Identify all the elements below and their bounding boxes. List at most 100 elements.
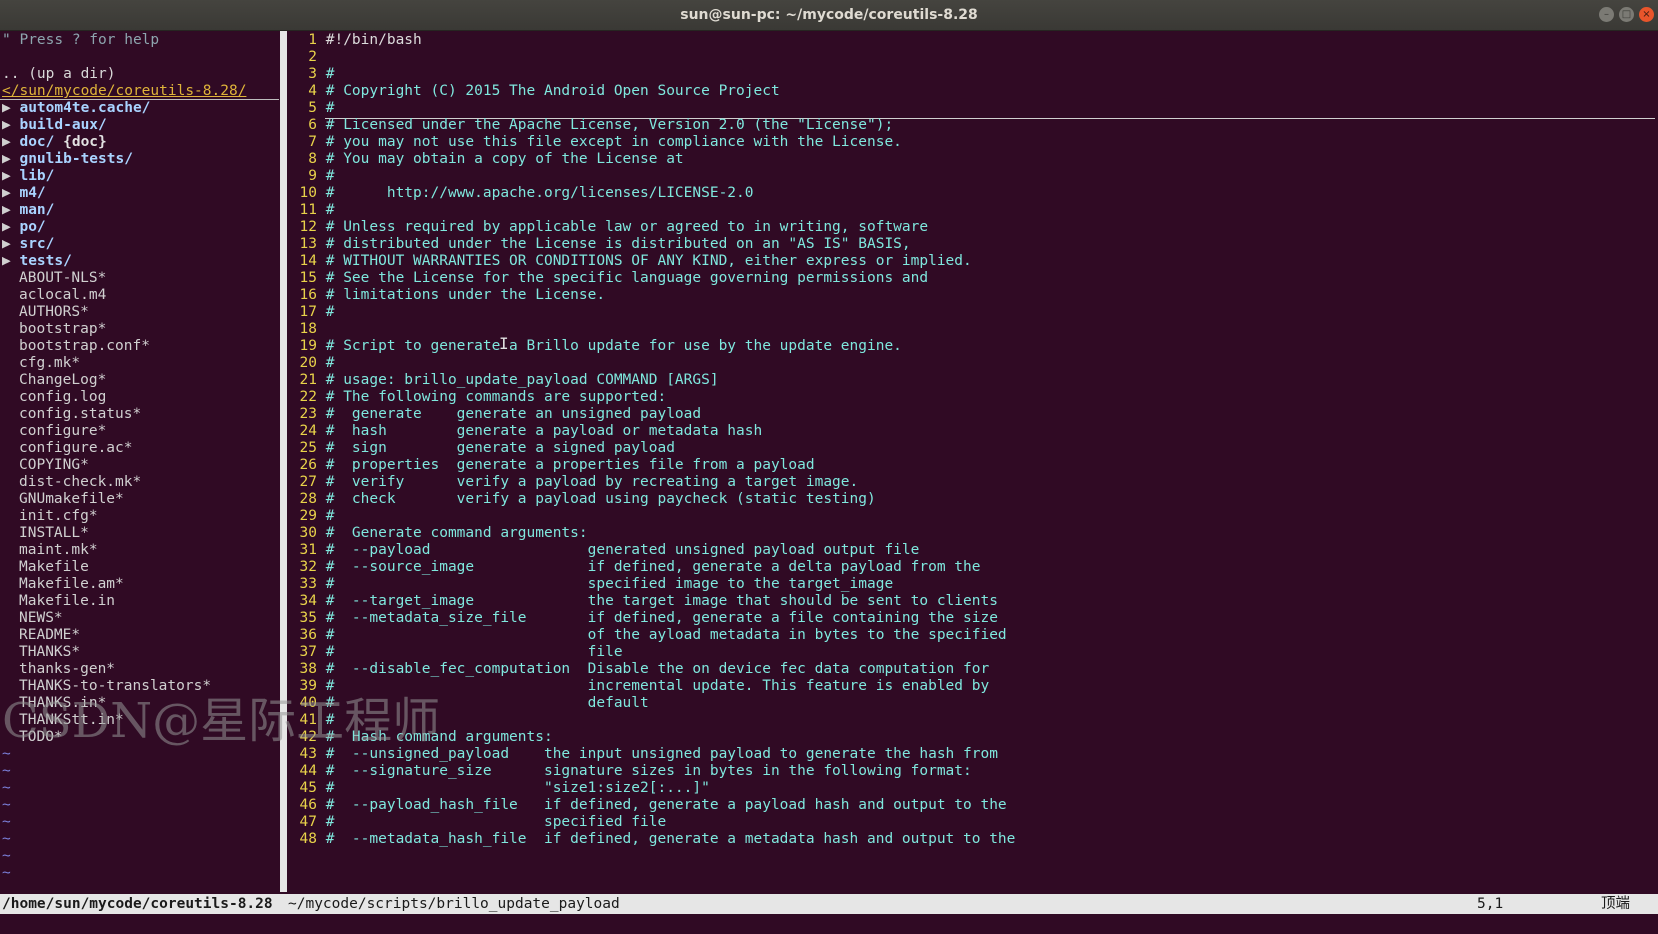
tree-dir-item[interactable]: ▶ lib/ bbox=[2, 167, 54, 185]
code-line[interactable]: 3 # bbox=[287, 65, 334, 83]
code-line[interactable]: 36 # of the ayload metadata in bytes to … bbox=[287, 626, 1007, 644]
code-line[interactable]: 46 # --payload_hash_file if defined, gen… bbox=[287, 796, 1007, 814]
window-titlebar[interactable]: sun@sun-pc: ~/mycode/coreutils-8.28 – □ … bbox=[0, 0, 1658, 31]
tree-dir-item[interactable]: ▶ m4/ bbox=[2, 184, 46, 202]
code-line[interactable]: 13 # distributed under the License is di… bbox=[287, 235, 911, 253]
code-line[interactable]: 39 # incremental update. This feature is… bbox=[287, 677, 990, 695]
code-line[interactable]: 48 # --metadata_hash_file if defined, ge… bbox=[287, 830, 1016, 848]
tree-file-item[interactable]: NEWS* bbox=[2, 609, 63, 627]
code-line[interactable]: 43 # --unsigned_payload the input unsign… bbox=[287, 745, 998, 763]
code-line[interactable]: 30 # Generate command arguments: bbox=[287, 524, 588, 542]
tree-file-item[interactable]: THANKS* bbox=[2, 643, 80, 661]
code-line[interactable]: 20 # bbox=[287, 354, 335, 372]
tree-current-dir[interactable]: </sun/mycode/coreutils-8.28/ bbox=[2, 82, 246, 100]
code-line[interactable]: 37 # file bbox=[287, 643, 623, 661]
tree-file-item[interactable]: cfg.mk* bbox=[2, 354, 80, 372]
tree-dir-name: build-aux/ bbox=[19, 117, 107, 133]
tree-dir-item[interactable]: ▶ tests/ bbox=[2, 252, 72, 270]
code-line[interactable]: 42 # Hash command arguments: bbox=[287, 728, 553, 746]
tree-up-dir[interactable]: .. (up a dir) bbox=[2, 65, 116, 83]
code-line[interactable]: 35 # --metadata_size_file if defined, ge… bbox=[287, 609, 998, 627]
tree-file-item[interactable]: bootstrap* bbox=[2, 320, 106, 338]
code-line[interactable]: 10 # http://www.apache.org/licenses/LICE… bbox=[287, 184, 754, 202]
maximize-button[interactable]: □ bbox=[1619, 7, 1634, 22]
tree-file-item[interactable]: aclocal.m4 bbox=[2, 286, 106, 304]
vertical-split-divider[interactable] bbox=[280, 31, 287, 892]
tree-file-item[interactable]: config.status* bbox=[2, 405, 141, 423]
code-line[interactable]: 2 bbox=[287, 48, 326, 66]
line-number: 22 bbox=[299, 389, 317, 405]
close-button[interactable]: × bbox=[1639, 7, 1654, 22]
code-line[interactable]: 22 # The following commands are supporte… bbox=[287, 388, 667, 406]
code-line[interactable]: 19 # Script to generate a Brillo update … bbox=[287, 337, 902, 355]
code-line[interactable]: 31 # --payload generated unsigned payloa… bbox=[287, 541, 920, 559]
code-line[interactable]: 16 # limitations under the License. bbox=[287, 286, 606, 304]
tree-file-item[interactable]: configure* bbox=[2, 422, 106, 440]
tree-dir-item[interactable]: ▶ po/ bbox=[2, 218, 46, 236]
tree-dir-name: lib/ bbox=[19, 168, 55, 184]
code-line[interactable]: 1 #!/bin/bash bbox=[287, 31, 422, 49]
tree-dir-item[interactable]: ▶ doc/ {doc} bbox=[2, 133, 107, 151]
tree-file-item[interactable]: THANKS.in* bbox=[2, 694, 106, 712]
code-line[interactable]: 26 # properties generate a properties fi… bbox=[287, 456, 815, 474]
code-line[interactable]: 18 bbox=[287, 320, 326, 338]
tree-file-item[interactable]: config.log bbox=[2, 388, 106, 406]
tree-file-item[interactable]: TODO* bbox=[2, 728, 63, 746]
tree-file-item[interactable]: configure.ac* bbox=[2, 439, 133, 457]
code-line[interactable]: 41 # bbox=[287, 711, 335, 729]
code-line[interactable]: 40 # default bbox=[287, 694, 649, 712]
tree-file-item[interactable]: THANKS-to-translators* bbox=[2, 677, 211, 695]
code-line[interactable]: 14 # WITHOUT WARRANTIES OR CONDITIONS OF… bbox=[287, 252, 972, 270]
code-line[interactable]: 47 # specified file bbox=[287, 813, 667, 831]
code-line[interactable]: 27 # verify verify a payload by recreati… bbox=[287, 473, 859, 491]
code-line[interactable]: 28 # check verify a payload using payche… bbox=[287, 490, 876, 508]
code-line[interactable]: 15 # See the License for the specific la… bbox=[287, 269, 929, 287]
tree-dir-item[interactable]: ▶ man/ bbox=[2, 201, 54, 219]
code-line[interactable]: 24 # hash generate a payload or metadata… bbox=[287, 422, 763, 440]
code-line[interactable]: 8 # You may obtain a copy of the License… bbox=[287, 150, 683, 168]
tree-dir-item[interactable]: ▶ build-aux/ bbox=[2, 116, 107, 134]
code-line[interactable]: 12 # Unless required by applicable law o… bbox=[287, 218, 929, 236]
editor-pane[interactable]: 1 #!/bin/bash 2 3 #4 # Copyright (C) 2015… bbox=[287, 31, 1658, 892]
nerdtree-pane[interactable]: " Press ? for help .. (up a dir) </sun/m… bbox=[0, 31, 280, 892]
code-line[interactable]: 44 # --signature_size signature sizes in… bbox=[287, 762, 972, 780]
tree-file-item[interactable]: bootstrap.conf* bbox=[2, 337, 150, 355]
code-line[interactable]: 23 # generate generate an unsigned paylo… bbox=[287, 405, 702, 423]
code-line[interactable]: 17 # bbox=[287, 303, 335, 321]
tree-dir-item[interactable]: ▶ gnulib-tests/ bbox=[2, 150, 133, 168]
tree-dir-item[interactable]: ▶ autom4te.cache/ bbox=[2, 99, 150, 117]
code-line[interactable]: 25 # sign generate a signed payload bbox=[287, 439, 675, 457]
code-line[interactable]: 38 # --disable_fec_computation Disable t… bbox=[287, 660, 990, 678]
minimize-button[interactable]: – bbox=[1599, 7, 1614, 22]
tree-file-item[interactable]: maint.mk* bbox=[2, 541, 98, 559]
code-line[interactable]: 21 # usage: brillo_update_payload COMMAN… bbox=[287, 371, 719, 389]
code-line[interactable]: 45 # "size1:size2[:...]" bbox=[287, 779, 710, 797]
code-line[interactable]: 6 # Licensed under the Apache License, V… bbox=[287, 116, 893, 134]
tree-file-item[interactable]: dist-check.mk* bbox=[2, 473, 141, 491]
tree-file-item[interactable]: Makefile.in bbox=[2, 592, 115, 610]
code-line[interactable]: 9 # bbox=[287, 167, 334, 185]
tree-file-item[interactable]: ABOUT-NLS* bbox=[2, 269, 106, 287]
tree-file-item[interactable]: INSTALL* bbox=[2, 524, 89, 542]
tree-file-item[interactable]: thanks-gen* bbox=[2, 660, 115, 678]
code-line[interactable]: 5 # bbox=[287, 99, 334, 117]
tree-dir-item[interactable]: ▶ src/ bbox=[2, 235, 54, 253]
code-line[interactable]: 11 # bbox=[287, 201, 335, 219]
tree-file-item[interactable]: Makefile.am* bbox=[2, 575, 124, 593]
code-line[interactable]: 7 # you may not use this file except in … bbox=[287, 133, 902, 151]
tree-file-item[interactable]: AUTHORS* bbox=[2, 303, 89, 321]
tree-file-item[interactable]: COPYING* bbox=[2, 456, 89, 474]
code-line[interactable]: 29 # bbox=[287, 507, 335, 525]
code-line[interactable]: 4 # Copyright (C) 2015 The Android Open … bbox=[287, 82, 779, 100]
code-line[interactable]: 32 # --source_image if defined, generate… bbox=[287, 558, 981, 576]
code-line[interactable]: 34 # --target_image the target image tha… bbox=[287, 592, 998, 610]
code-line[interactable]: 33 # specified image to the target_image bbox=[287, 575, 894, 593]
tree-file-item[interactable]: ChangeLog* bbox=[2, 371, 106, 389]
tree-file-item[interactable]: README* bbox=[2, 626, 80, 644]
tree-file-item[interactable]: GNUmakefile* bbox=[2, 490, 124, 508]
terminal[interactable]: " Press ? for help .. (up a dir) </sun/m… bbox=[0, 31, 1658, 934]
tree-file-item[interactable]: init.cfg* bbox=[2, 507, 98, 525]
tree-file-item[interactable]: Makefile bbox=[2, 558, 89, 576]
command-line[interactable] bbox=[0, 916, 1658, 934]
tree-file-item[interactable]: THANKStt.in* bbox=[2, 711, 124, 729]
